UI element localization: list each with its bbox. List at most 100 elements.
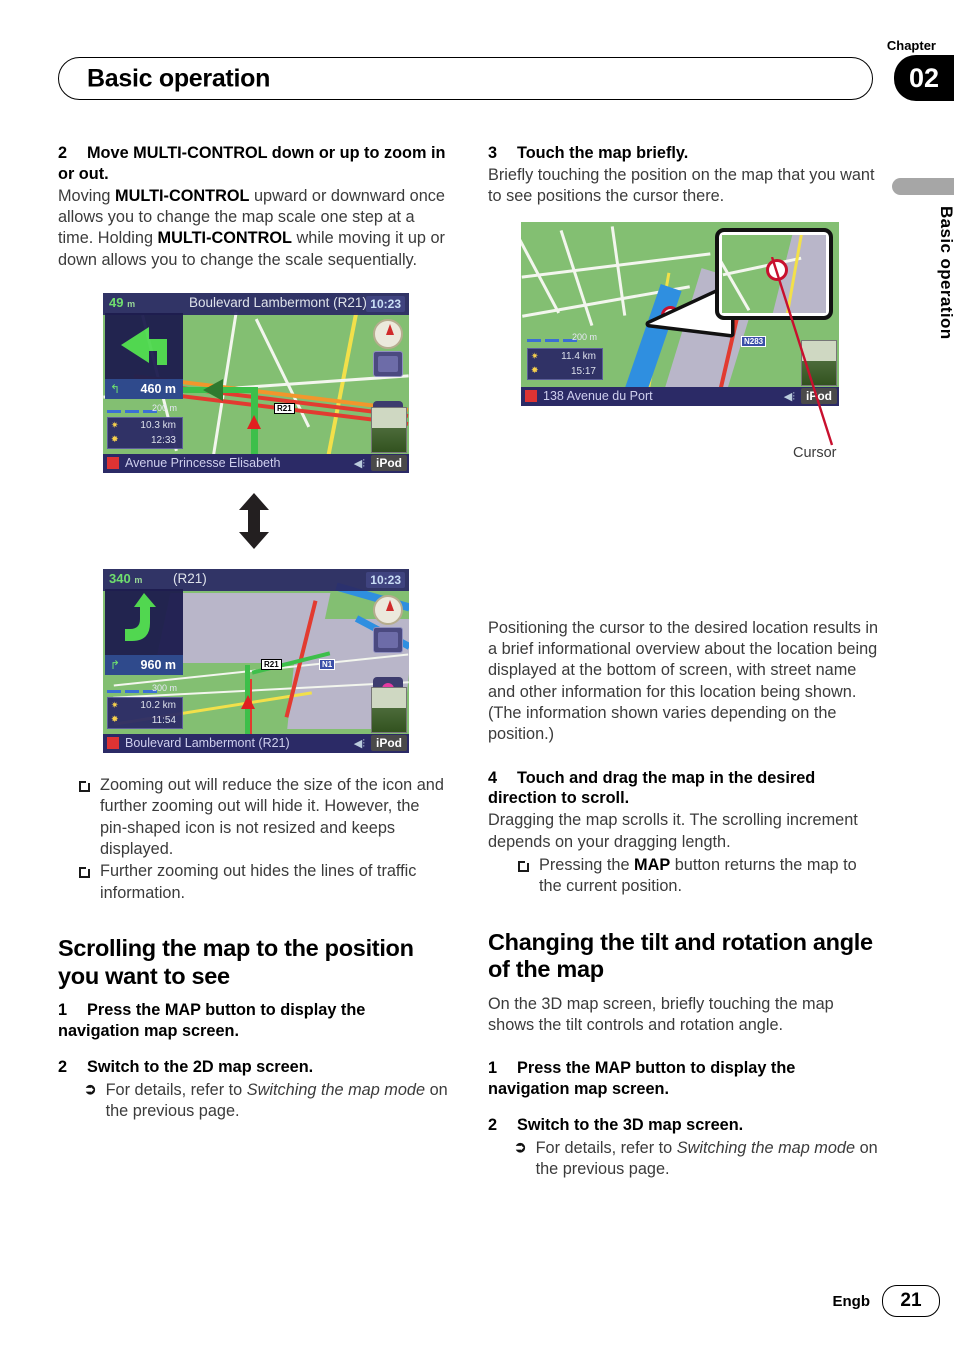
map-scale-label: 200 m: [151, 403, 177, 414]
tilt-step-1: 1 Press the MAP button to display the nav…: [488, 1058, 880, 1100]
map-screenshot-zoomed-out: R21 N1 340 m (R21) 10:23 ↱ 960 m 300 m ✷…: [103, 569, 409, 754]
cursor-paragraph: Positioning the cursor to the desired lo…: [488, 618, 879, 744]
map-screenshot-cursor: N283 200 m ✷ 11.4 km ✸ 15:17 138 Avenue …: [521, 221, 839, 406]
chapter-number-badge: 02: [894, 55, 954, 101]
speaker-icon: ◀⫶: [353, 458, 365, 471]
note-bullet-icon: [79, 865, 90, 879]
map-view-button[interactable]: [373, 627, 403, 654]
double-arrow-up-down-icon: [239, 493, 269, 550]
map-source-button[interactable]: iPod: [371, 735, 407, 752]
map-distance: 340 m: [109, 571, 143, 587]
map-view-button[interactable]: [373, 351, 403, 378]
map-bottom-bar: Boulevard Lambermont (R21) ◀⫶ iPod: [103, 734, 409, 754]
map-street-name: (R21): [173, 571, 207, 587]
step-2-number: 2: [58, 144, 68, 162]
map-arrival-time: 15:17: [570, 365, 596, 377]
map-route-badge: R21: [274, 403, 295, 415]
scrolling-step-2: 2 Switch to the 2D map screen.: [58, 1057, 450, 1078]
map-street-name: Boulevard Lambermont (R21): [189, 295, 367, 311]
step-3-heading: 3 Touch the map briefly.: [488, 143, 880, 164]
note-text: Zooming out will reduce the size of the …: [100, 776, 444, 859]
map-source-button[interactable]: iPod: [801, 387, 837, 404]
compass-icon[interactable]: [373, 319, 403, 350]
map-button-bold: MAP: [634, 856, 671, 875]
map-trip-distance: 11.4 km: [561, 350, 596, 362]
speaker-icon: ◀⫶: [353, 738, 365, 751]
step-3-number: 3: [488, 144, 498, 162]
arrow-reference-icon: ➲: [84, 1080, 97, 1098]
arrow-reference-icon: ➲: [514, 1138, 527, 1156]
compass-icon[interactable]: [373, 595, 403, 626]
step-2-text: Move MULTI-CONTROL down or up to zoom in…: [58, 144, 446, 183]
footer-language: Engb: [832, 1293, 871, 1310]
map-scale-bar: 200 m: [527, 332, 597, 344]
distance-icon: ✷: [111, 700, 119, 711]
scrolling-step-2-reference: ➲ For details, refer to Switching the ma…: [58, 1080, 450, 1123]
map-trip-distance: 10.2 km: [140, 700, 176, 712]
map-arrival-time: 11:54: [151, 715, 176, 727]
section-heading-scrolling: Scrolling the map to the position you wa…: [58, 935, 414, 989]
map-bottom-street: 138 Avenue du Port: [543, 388, 653, 403]
map-scale-label: 200 m: [571, 331, 597, 342]
map-scale-label: 300 m: [151, 683, 177, 694]
street-icon: [107, 737, 119, 750]
map-top-bar: 49 m Boulevard Lambermont (R21) 10:23: [103, 293, 409, 316]
map-screenshot-zoomed-in: R21 49 m Boulevard Lambermont (R21) 10:2…: [103, 293, 409, 474]
body-bold-multicontrol-2: MULTI-CONTROL: [157, 229, 292, 248]
map-turn-panel: [105, 313, 183, 380]
map-scale-bar: 200 m: [107, 403, 177, 415]
map-next-turn-bar: ↱ 960 m: [105, 655, 183, 676]
map-photo-thumbnail: [801, 339, 837, 386]
map-vehicle-marker: [247, 415, 261, 430]
magnified-cursor-callout: [715, 227, 833, 320]
note-item: Further zooming out hides the lines of t…: [58, 861, 450, 904]
step-3-text: Touch the map briefly.: [517, 144, 689, 162]
section-heading-tilt-rotation: Changing the tilt and rotation angle of …: [488, 928, 873, 983]
street-icon: [525, 389, 537, 402]
side-tab-bar: [892, 178, 954, 195]
clock-icon: ✸: [531, 364, 539, 375]
step-4-number: 4: [488, 768, 498, 787]
step-text: Press the MAP button to display the navi…: [488, 1059, 796, 1099]
step-number: 1: [488, 1059, 498, 1078]
left-notes: Zooming out will reduce the size of the …: [58, 775, 450, 904]
map-info-box: ✷ 10.2 km ✸ 11:54: [107, 697, 183, 730]
step-2-body: Moving MULTI-CONTROL upward or downward …: [58, 186, 450, 271]
page-title: Basic operation: [87, 64, 271, 92]
map-photo-thumbnail: [371, 687, 407, 734]
note-bullet-icon: [79, 779, 90, 793]
map-info-box: ✷ 10.3 km ✸ 12:33: [107, 417, 183, 450]
note-item: Zooming out will reduce the size of the …: [58, 775, 450, 860]
left-column: 2 Move MULTI-CONTROL down or up to zoom i…: [58, 143, 450, 1122]
cursor-marker-icon-magnified: [766, 258, 788, 281]
zoom-direction-arrow: [237, 493, 271, 550]
street-icon: [107, 457, 119, 470]
map-route-badge: R21: [261, 659, 282, 671]
map-clock: 10:23: [366, 296, 405, 313]
step-4-text: Touch and drag the map in the desired di…: [488, 768, 816, 808]
tilt-step-2-reference: ➲ For details, refer to Switching the ma…: [488, 1138, 880, 1181]
map-trip-distance: 10.3 km: [140, 420, 176, 432]
map-route-arrow: [203, 379, 223, 402]
manual-page: Chapter 02 Basic operation Basic operati…: [0, 0, 954, 1352]
step-4-note: Pressing the MAP button returns the map …: [488, 855, 880, 898]
turn-left-arrow-icon: [121, 327, 167, 366]
map-top-bar: 340 m (R21) 10:23: [103, 569, 409, 592]
map-turn-panel: [105, 589, 183, 656]
map-distance: 49 m: [109, 295, 136, 311]
footer-page-number: 21: [882, 1285, 940, 1317]
map-vehicle-marker: [241, 695, 255, 710]
speaker-icon: ◀⫶: [783, 390, 795, 403]
distance-icon: ✷: [111, 420, 119, 431]
scrolling-step-1: 1 Press the MAP button to display the nav…: [58, 1000, 450, 1042]
body-bold-multicontrol: MULTI-CONTROL: [115, 186, 250, 205]
map-bottom-bar: Avenue Princesse Elisabeth ◀⫶ iPod: [103, 454, 409, 474]
reference-text: For details, refer to Switching the map …: [105, 1080, 448, 1121]
clock-icon: ✸: [111, 434, 119, 445]
distance-icon: ✷: [531, 350, 539, 361]
map-next-turn-distance: 960 m: [140, 658, 176, 673]
step-number: 2: [58, 1057, 68, 1076]
map-source-button[interactable]: iPod: [371, 455, 407, 472]
map-secondary-route-badge: N1: [319, 659, 336, 671]
step-text: Switch to the 3D map screen.: [517, 1116, 744, 1135]
